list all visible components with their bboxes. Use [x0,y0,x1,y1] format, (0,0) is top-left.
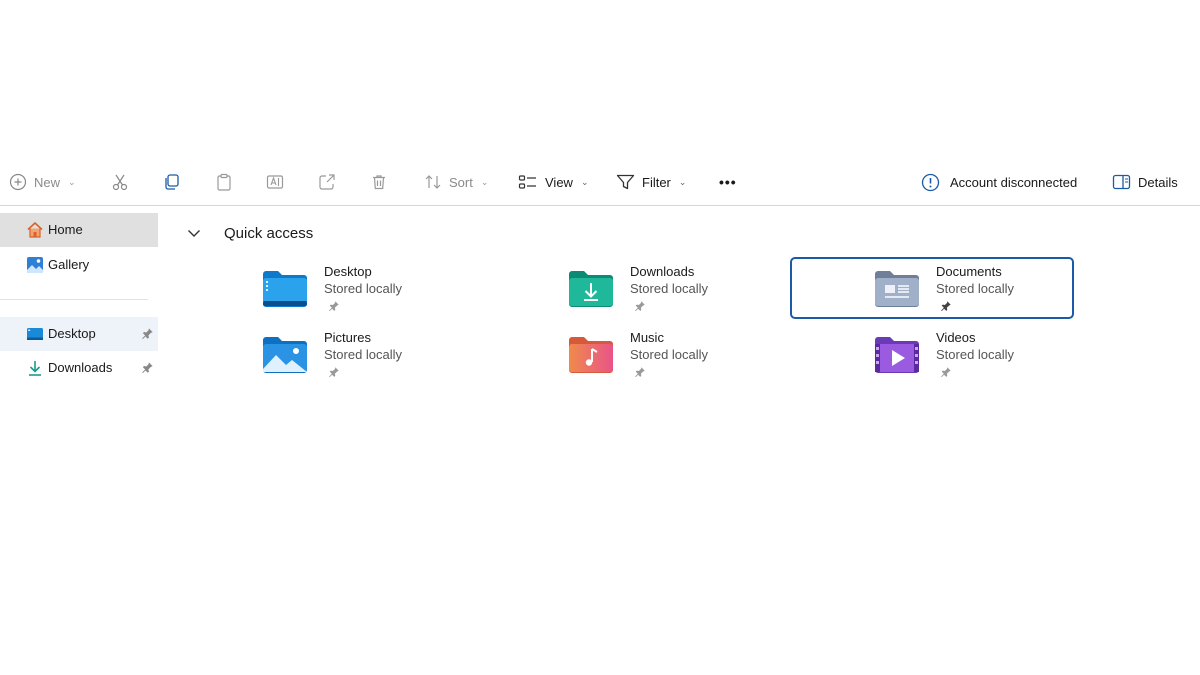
more-icon: ••• [719,174,737,190]
pictures-folder-icon [263,337,307,373]
new-button[interactable]: New ⌄ [9,160,76,204]
quick-access-tile-pictures[interactable]: Pictures Stored locally [190,324,474,386]
tile-name: Documents [936,264,1002,279]
tile-name: Downloads [630,264,695,279]
info-alert-icon [921,173,940,191]
pin-icon [941,367,951,378]
chevron-down-icon: ⌄ [580,176,589,187]
details-pane-icon [1112,174,1131,190]
toolbar-divider [0,205,1200,206]
section-title: Quick access [224,224,314,242]
rename-icon [266,175,284,189]
details-label: Details [1138,174,1178,190]
music-folder-icon [569,337,613,373]
quick-access-tile-music[interactable]: Music Stored locally [496,324,780,386]
paste-button[interactable] [215,160,233,204]
delete-button[interactable] [370,160,388,204]
quick-access-tile-videos[interactable]: Videos Stored locally [802,324,1086,386]
tile-status: Stored locally [630,347,709,362]
desktop-folder-icon [27,328,43,340]
copy-button[interactable] [163,160,181,204]
sidebar-item-gallery[interactable]: Gallery [0,248,158,282]
sidebar-item-label: Downloads [48,360,113,375]
chevron-down-icon: ⌄ [678,176,687,187]
sidebar-item-label: Desktop [48,326,96,341]
cut-button[interactable] [111,160,129,204]
tile-status: Stored locally [630,281,709,296]
details-pane-button[interactable]: Details [1112,160,1178,204]
pin-icon [941,301,951,312]
command-bar: New ⌄ Sort ⌄ View ⌄ Filter ⌄ ••• Account… [0,160,1200,204]
chevron-down-icon: ⌄ [68,176,76,187]
sidebar-item-desktop[interactable]: Desktop [0,317,158,351]
desktop-folder-icon [263,271,307,307]
account-status-button[interactable]: Account disconnected [921,160,1077,204]
sidebar-item-downloads[interactable]: Downloads [0,351,158,385]
tile-status: Stored locally [324,347,403,362]
sidebar-item-label: Home [48,222,83,237]
account-status-label: Account disconnected [950,174,1078,190]
documents-folder-icon [875,271,919,307]
navigation-pane: Home Gallery Desktop Downloads [0,206,158,675]
chevron-down-icon: ⌄ [480,176,489,187]
copy-icon [165,174,179,190]
view-label: View [545,174,573,190]
filter-button[interactable]: Filter ⌄ [616,160,686,204]
plus-circle-icon [9,173,27,191]
view-list-icon [518,175,536,189]
rename-button[interactable] [266,160,284,204]
tile-status: Stored locally [936,281,1015,296]
videos-folder-icon [875,337,919,373]
quick-access-header[interactable]: Quick access [186,222,313,244]
pin-icon [329,367,339,378]
share-button[interactable] [318,160,336,204]
trash-icon [373,175,385,190]
more-options-button[interactable]: ••• [719,160,737,204]
clipboard-icon [217,173,231,191]
sort-icon [425,175,441,189]
filter-label: Filter [642,174,671,190]
pin-icon[interactable] [141,327,154,340]
pin-icon [635,301,645,312]
sort-button[interactable]: Sort ⌄ [424,160,488,204]
view-button[interactable]: View ⌄ [518,160,589,204]
tile-name: Music [630,330,664,345]
share-icon [319,174,335,190]
pin-icon[interactable] [141,361,154,374]
home-icon [27,222,43,238]
quick-access-tile-downloads[interactable]: Downloads Stored locally [496,258,780,320]
sidebar-item-label: Gallery [48,257,90,272]
filter-icon [616,174,635,190]
tile-status: Stored locally [936,347,1015,362]
gallery-icon [27,257,43,273]
quick-access-tile-desktop[interactable]: Desktop Stored locally [190,258,474,320]
sidebar-separator [0,299,148,300]
pin-icon [635,367,645,378]
pin-icon [329,301,339,312]
tile-status: Stored locally [324,281,403,296]
tile-name: Desktop [324,264,372,279]
sort-label: Sort [449,174,473,190]
downloads-folder-icon [569,271,613,307]
new-label: New [34,174,61,190]
tile-name: Videos [936,330,976,345]
tile-name: Pictures [324,330,371,345]
scissors-icon [112,174,128,191]
quick-access-tile-documents[interactable]: Documents Stored locally [790,257,1074,319]
chevron-down-icon [188,230,200,237]
sidebar-item-home[interactable]: Home [0,213,158,247]
download-icon [29,361,41,376]
